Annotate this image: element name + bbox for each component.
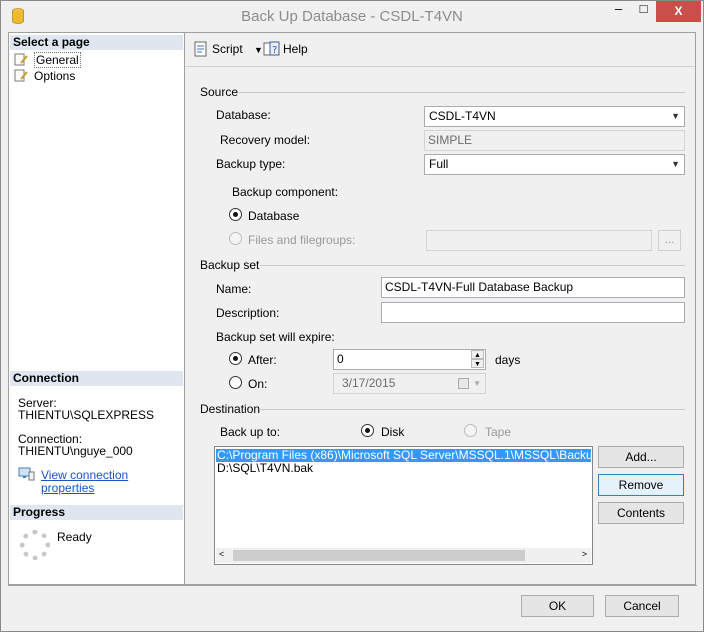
chevron-down-icon: ▼ bbox=[671, 111, 680, 121]
backup-dialog: Back Up Database - CSDL-T4VN – □ X Selec… bbox=[0, 0, 704, 632]
left-pane: Select a page General Options Connection… bbox=[8, 32, 184, 585]
component-files-radio[interactable] bbox=[229, 232, 242, 245]
progress-status: Ready bbox=[57, 530, 92, 544]
help-button[interactable]: ? Help bbox=[263, 41, 308, 57]
backup-type-label: Backup type: bbox=[216, 157, 286, 171]
list-item[interactable]: D:\SQL\T4VN.bak bbox=[216, 462, 591, 475]
chevron-right-icon[interactable]: > bbox=[582, 549, 587, 559]
group-divider bbox=[239, 92, 685, 93]
tape-label: Tape bbox=[485, 425, 512, 439]
script-button[interactable]: Script ▼ bbox=[193, 41, 263, 57]
title-bar: Back Up Database - CSDL-T4VN – □ X bbox=[1, 1, 703, 32]
page-wrench-icon bbox=[14, 69, 28, 82]
browse-filegroups-button[interactable]: ... bbox=[658, 230, 681, 251]
after-days-value: 0 bbox=[337, 352, 344, 366]
chevron-down-icon: ▼ bbox=[473, 379, 481, 388]
svg-text:?: ? bbox=[272, 45, 277, 56]
recovery-model-field: SIMPLE bbox=[424, 130, 685, 151]
expire-on-radio[interactable] bbox=[229, 376, 242, 389]
calendar-icon bbox=[458, 378, 469, 389]
dialog-footer: OK Cancel bbox=[8, 585, 697, 626]
view-connection-properties-link[interactable]: View connection properties bbox=[41, 469, 184, 495]
expire-label: Backup set will expire: bbox=[216, 330, 335, 344]
group-divider bbox=[260, 265, 685, 266]
select-page-header: Select a page bbox=[10, 35, 183, 50]
days-label: days bbox=[495, 353, 521, 367]
chevron-left-icon[interactable]: < bbox=[219, 549, 224, 559]
window-title: Back Up Database - CSDL-T4VN bbox=[241, 8, 463, 25]
database-label: Database: bbox=[216, 108, 271, 122]
list-item[interactable]: C:\Program Files (x86)\Microsoft SQL Ser… bbox=[216, 449, 591, 462]
progress-header: Progress bbox=[10, 505, 183, 520]
progress-spinner-icon bbox=[20, 530, 50, 560]
expire-after-radio[interactable] bbox=[229, 352, 242, 365]
connection-value: THIENTU\nguye_000 bbox=[18, 444, 133, 458]
backup-component-label: Backup component: bbox=[232, 185, 339, 199]
scrollbar-thumb[interactable] bbox=[233, 550, 525, 561]
disk-radio[interactable] bbox=[361, 424, 374, 437]
page-item-label: Options bbox=[34, 69, 76, 83]
backup-type-select[interactable]: Full ▼ bbox=[424, 154, 685, 175]
page-item-label: General bbox=[34, 52, 81, 68]
source-group-title: Source bbox=[200, 85, 239, 99]
chevron-down-icon[interactable]: ▼ bbox=[254, 45, 263, 55]
destination-list[interactable]: C:\Program Files (x86)\Microsoft SQL Ser… bbox=[214, 446, 593, 565]
tape-radio[interactable] bbox=[464, 424, 477, 437]
toolbar-separator bbox=[185, 66, 695, 67]
backup-set-group-title: Backup set bbox=[200, 258, 260, 272]
horizontal-scrollbar[interactable]: < > bbox=[216, 548, 591, 563]
on-label: On: bbox=[248, 377, 268, 391]
group-divider bbox=[259, 409, 685, 410]
contents-button[interactable]: Contents bbox=[598, 502, 684, 524]
page-item-general[interactable]: General bbox=[14, 52, 81, 68]
description-label: Description: bbox=[216, 306, 280, 320]
right-pane: Script ▼ ? Help Source Database: CSDL-T4… bbox=[184, 32, 696, 585]
add-button[interactable]: Add... bbox=[598, 446, 684, 468]
chevron-down-icon: ▼ bbox=[671, 159, 680, 169]
database-select[interactable]: CSDL-T4VN ▼ bbox=[424, 106, 685, 127]
component-database-label: Database bbox=[248, 209, 300, 223]
name-input[interactable]: CSDL-T4VN-Full Database Backup bbox=[381, 277, 685, 298]
name-label: Name: bbox=[216, 282, 252, 296]
component-database-radio[interactable] bbox=[229, 208, 242, 221]
script-label: Script bbox=[212, 42, 243, 56]
spin-down-icon[interactable]: ▼ bbox=[471, 359, 484, 368]
minimize-button[interactable]: – bbox=[606, 1, 631, 22]
destination-group-title: Destination bbox=[200, 402, 261, 416]
after-days-input[interactable]: 0 ▲ ▼ bbox=[333, 349, 486, 370]
remove-button[interactable]: Remove bbox=[598, 474, 684, 496]
maximize-button[interactable]: □ bbox=[631, 1, 656, 22]
connection-header: Connection bbox=[10, 371, 183, 386]
disk-label: Disk bbox=[381, 425, 405, 439]
help-label: Help bbox=[283, 42, 308, 56]
cancel-button[interactable]: Cancel bbox=[605, 595, 679, 617]
description-input[interactable] bbox=[381, 302, 685, 323]
connection-properties-icon bbox=[18, 467, 35, 481]
server-value: THIENTU\SQLEXPRESS bbox=[18, 408, 155, 422]
expire-date-value: 3/17/2015 bbox=[342, 376, 396, 390]
database-value: CSDL-T4VN bbox=[429, 109, 496, 123]
help-icon: ? bbox=[263, 41, 280, 56]
ok-button[interactable]: OK bbox=[521, 595, 594, 617]
backup-type-value: Full bbox=[429, 157, 449, 171]
after-label: After: bbox=[248, 353, 277, 367]
page-wrench-icon bbox=[14, 53, 28, 66]
page-item-options[interactable]: Options bbox=[14, 68, 75, 84]
component-files-label: Files and filegroups: bbox=[248, 233, 356, 247]
close-button[interactable]: X bbox=[656, 1, 701, 22]
filegroups-field bbox=[426, 230, 652, 251]
expire-date-picker[interactable]: 3/17/2015 ▼ bbox=[333, 373, 486, 394]
script-icon bbox=[194, 41, 207, 57]
recovery-model-label: Recovery model: bbox=[220, 133, 311, 147]
toolbar: Script ▼ ? Help bbox=[185, 33, 695, 66]
spin-up-icon[interactable]: ▲ bbox=[471, 350, 484, 359]
back-up-to-label: Back up to: bbox=[220, 425, 281, 439]
